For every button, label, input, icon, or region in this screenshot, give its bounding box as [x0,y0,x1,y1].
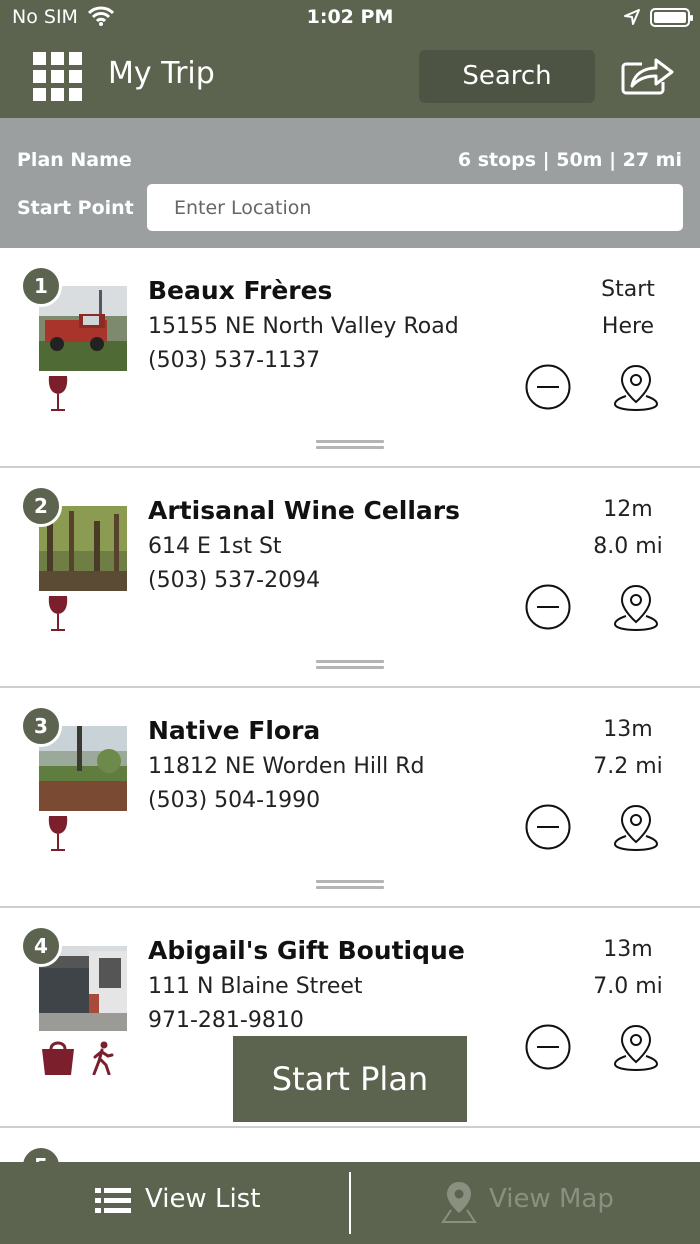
clock: 1:02 PM [306,6,394,28]
remove-stop-button[interactable] [525,1024,571,1070]
stop-travel-time: 12m [603,497,653,522]
drag-handle[interactable] [316,660,384,672]
map-pin-icon[interactable] [612,362,660,412]
stop-address: 11812 NE Worden Hill Rd [148,754,425,779]
location-arrow-icon [624,9,640,25]
tab-view-map[interactable]: View Map [351,1162,700,1244]
stop-number-badge: 4 [20,925,62,967]
stop-phone[interactable]: 971-281-9810 [148,1008,304,1033]
remove-stop-button[interactable] [525,364,571,410]
stop-travel-time: Start [601,277,655,302]
stop-row[interactable]: 1 Beaux Frères 15155 NE North Valley Roa… [0,248,700,468]
remove-stop-button[interactable] [525,584,571,630]
map-pin-icon[interactable] [612,802,660,852]
tab-view-list[interactable]: View List [0,1162,350,1244]
stop-row[interactable]: 5 [0,1128,700,1162]
start-plan-button[interactable]: Start Plan [233,1036,467,1122]
battery-icon [650,8,693,27]
stop-name[interactable]: Beaux Frères [148,276,332,305]
list-icon [95,1188,131,1213]
stop-distance: 8.0 mi [593,534,663,559]
status-bar: No SIM 1:02 PM [0,0,700,36]
stop-address: 111 N Blaine Street [148,974,363,999]
walking-icon [92,1041,114,1075]
stop-name[interactable]: Native Flora [148,716,320,745]
wine-glass-icon [48,816,68,851]
shopping-bag-icon [42,1041,74,1075]
bottom-tab-bar: View List View Map [0,1162,700,1244]
stop-distance: 7.0 mi [593,974,663,999]
map-pin-icon [441,1182,477,1223]
stop-number-badge: 3 [20,705,62,747]
plan-name-label[interactable]: Plan Name [17,149,132,171]
start-point-label: Start Point [17,197,134,219]
map-pin-icon[interactable] [612,1022,660,1072]
stop-phone[interactable]: (503) 537-2094 [148,568,320,593]
drag-handle[interactable] [316,440,384,452]
stop-distance: Here [601,314,655,339]
remove-stop-button[interactable] [525,804,571,850]
stop-phone[interactable]: (503) 504-1990 [148,788,320,813]
plan-stats: 6 stops | 50m | 27 mi [457,149,682,171]
wine-glass-icon [48,376,68,411]
start-location-input[interactable] [147,184,683,231]
app-header: No SIM 1:02 PM My Trip Search [0,0,700,118]
stop-number-badge: 5 [20,1145,62,1162]
map-pin-icon[interactable] [612,582,660,632]
search-button[interactable]: Search [419,50,595,103]
wine-glass-icon [48,596,68,631]
stop-number-badge: 2 [20,485,62,527]
menu-grid-icon[interactable] [33,52,83,102]
page-title: My Trip [108,56,215,91]
stop-row[interactable]: 3 Native Flora 11812 NE Worden Hill Rd (… [0,688,700,908]
tab-view-list-label: View List [145,1184,261,1214]
stop-distance: 7.2 mi [593,754,663,779]
stop-row[interactable]: 2 Artisanal Wine Cellars 614 E 1st St (5… [0,468,700,688]
stop-name[interactable]: Abigail's Gift Boutique [148,936,465,965]
share-icon[interactable] [620,56,676,96]
stop-travel-time: 13m [603,717,653,742]
stop-number-badge: 1 [20,265,62,307]
stop-name[interactable]: Artisanal Wine Cellars [148,496,460,525]
tab-view-map-label: View Map [489,1184,614,1214]
stop-address: 15155 NE North Valley Road [148,314,459,339]
stop-address: 614 E 1st St [148,534,282,559]
plan-bar: Plan Name 6 stops | 50m | 27 mi Start Po… [0,118,700,248]
stop-phone[interactable]: (503) 537-1137 [148,348,320,373]
stop-travel-time: 13m [603,937,653,962]
stops-list[interactable]: 1 Beaux Frères 15155 NE North Valley Roa… [0,248,700,1162]
drag-handle[interactable] [316,880,384,892]
